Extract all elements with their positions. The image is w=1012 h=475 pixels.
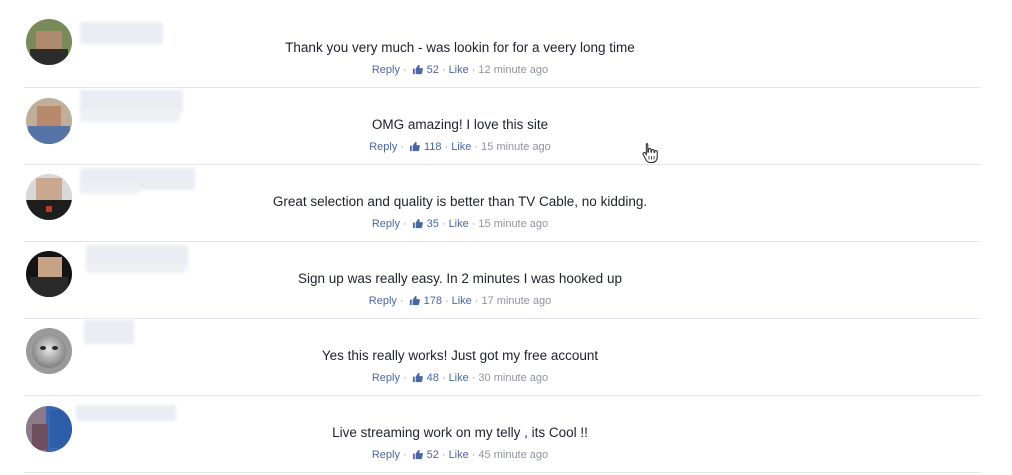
timestamp: 12 minute ago [478, 64, 549, 76]
comment-text: Thank you very much - was lookin for for… [285, 40, 635, 55]
separator: · [402, 372, 407, 384]
author-name-redacted[interactable] [80, 90, 183, 112]
reply-link[interactable]: Reply [372, 449, 400, 461]
like-link[interactable]: Like [449, 449, 469, 461]
reply-link[interactable]: Reply [369, 295, 397, 307]
separator: · [399, 295, 404, 307]
timestamp: 17 minute ago [481, 295, 552, 307]
separator: · [441, 449, 446, 461]
separator: · [402, 218, 407, 230]
like-count: 52 [426, 449, 439, 461]
comment-text: Live streaming work on my telly , its Co… [332, 425, 588, 440]
separator: · [444, 295, 449, 307]
avatar[interactable] [26, 406, 72, 452]
author-name-redacted [80, 184, 140, 194]
avatar[interactable] [26, 328, 72, 374]
separator: · [441, 64, 446, 76]
author-name-redacted[interactable] [80, 22, 163, 44]
thumbs-up-icon [412, 218, 423, 229]
comment-actions: Reply · 35 · Like · 15 minute ago [200, 218, 720, 230]
timestamp: 30 minute ago [478, 372, 549, 384]
avatar[interactable] [26, 174, 72, 220]
timestamp: 15 minute ago [478, 218, 549, 230]
separator: · [471, 372, 476, 384]
reply-link[interactable]: Reply [372, 218, 400, 230]
like-link[interactable]: Like [449, 64, 469, 76]
like-count: 118 [424, 141, 442, 153]
separator: · [474, 295, 479, 307]
hand-pointer-icon [642, 143, 658, 163]
thumbs-up-icon [412, 64, 423, 75]
comment-text: OMG amazing! I love this site [371, 117, 549, 132]
reply-link[interactable]: Reply [372, 372, 400, 384]
separator: · [444, 141, 449, 153]
like-count: 178 [423, 295, 442, 307]
like-link[interactable]: Like [449, 218, 469, 230]
separator: · [400, 141, 404, 153]
like-link[interactable]: Like [452, 295, 472, 307]
comment-text: Sign up was really easy. In 2 minutes I … [298, 271, 622, 286]
thumbs-up-icon [412, 372, 423, 383]
comment-item: Sign up was really easy. In 2 minutes I … [0, 231, 1012, 319]
author-name-redacted[interactable] [84, 320, 134, 344]
comment-actions: Reply · 52 · Like · 12 minute ago [200, 64, 720, 76]
separator: · [471, 64, 476, 76]
separator: · [471, 449, 476, 461]
comment-text: Yes this really works! Just got my free … [321, 348, 599, 363]
comment-item: Thank you very much - was lookin for for… [0, 0, 1012, 88]
author-name-redacted[interactable] [76, 405, 176, 421]
comment-actions: Reply · 178 · Like · 17 minute ago [200, 295, 720, 307]
comment-item: Yes this really works! Just got my free … [0, 308, 1012, 396]
author-name-redacted [80, 110, 180, 122]
like-link[interactable]: Like [451, 141, 471, 153]
thumbs-up-icon [409, 141, 420, 152]
avatar[interactable] [26, 19, 72, 65]
thumbs-up-icon [409, 295, 420, 306]
timestamp: 45 minute ago [478, 449, 549, 461]
separator: · [471, 218, 476, 230]
comment-item: Great selection and quality is better th… [0, 154, 1012, 242]
reply-link[interactable]: Reply [369, 141, 397, 153]
comment-actions: Reply · 48 · Like · 30 minute ago [200, 372, 720, 384]
comment-actions: Reply · 52 · Like · 45 minute ago [200, 449, 720, 461]
like-count: 52 [426, 64, 439, 76]
avatar[interactable] [26, 251, 72, 297]
like-count: 35 [426, 218, 439, 230]
separator: · [402, 449, 407, 461]
avatar[interactable] [26, 98, 72, 144]
author-name-redacted [86, 263, 186, 273]
separator: · [441, 372, 446, 384]
like-link[interactable]: Like [449, 372, 469, 384]
comment-item: Live streaming work on my telly , its Co… [0, 385, 1012, 473]
like-count: 48 [426, 372, 439, 384]
timestamp: 15 minute ago [481, 141, 551, 153]
reply-link[interactable]: Reply [372, 64, 400, 76]
comment-item: OMG amazing! I love this site Reply · 118 ·… [0, 77, 1012, 165]
separator: · [474, 141, 479, 153]
thumbs-up-icon [412, 449, 423, 460]
comment-text: Great selection and quality is better th… [272, 194, 648, 209]
divider [24, 472, 981, 473]
separator: · [402, 64, 407, 76]
separator: · [441, 218, 446, 230]
